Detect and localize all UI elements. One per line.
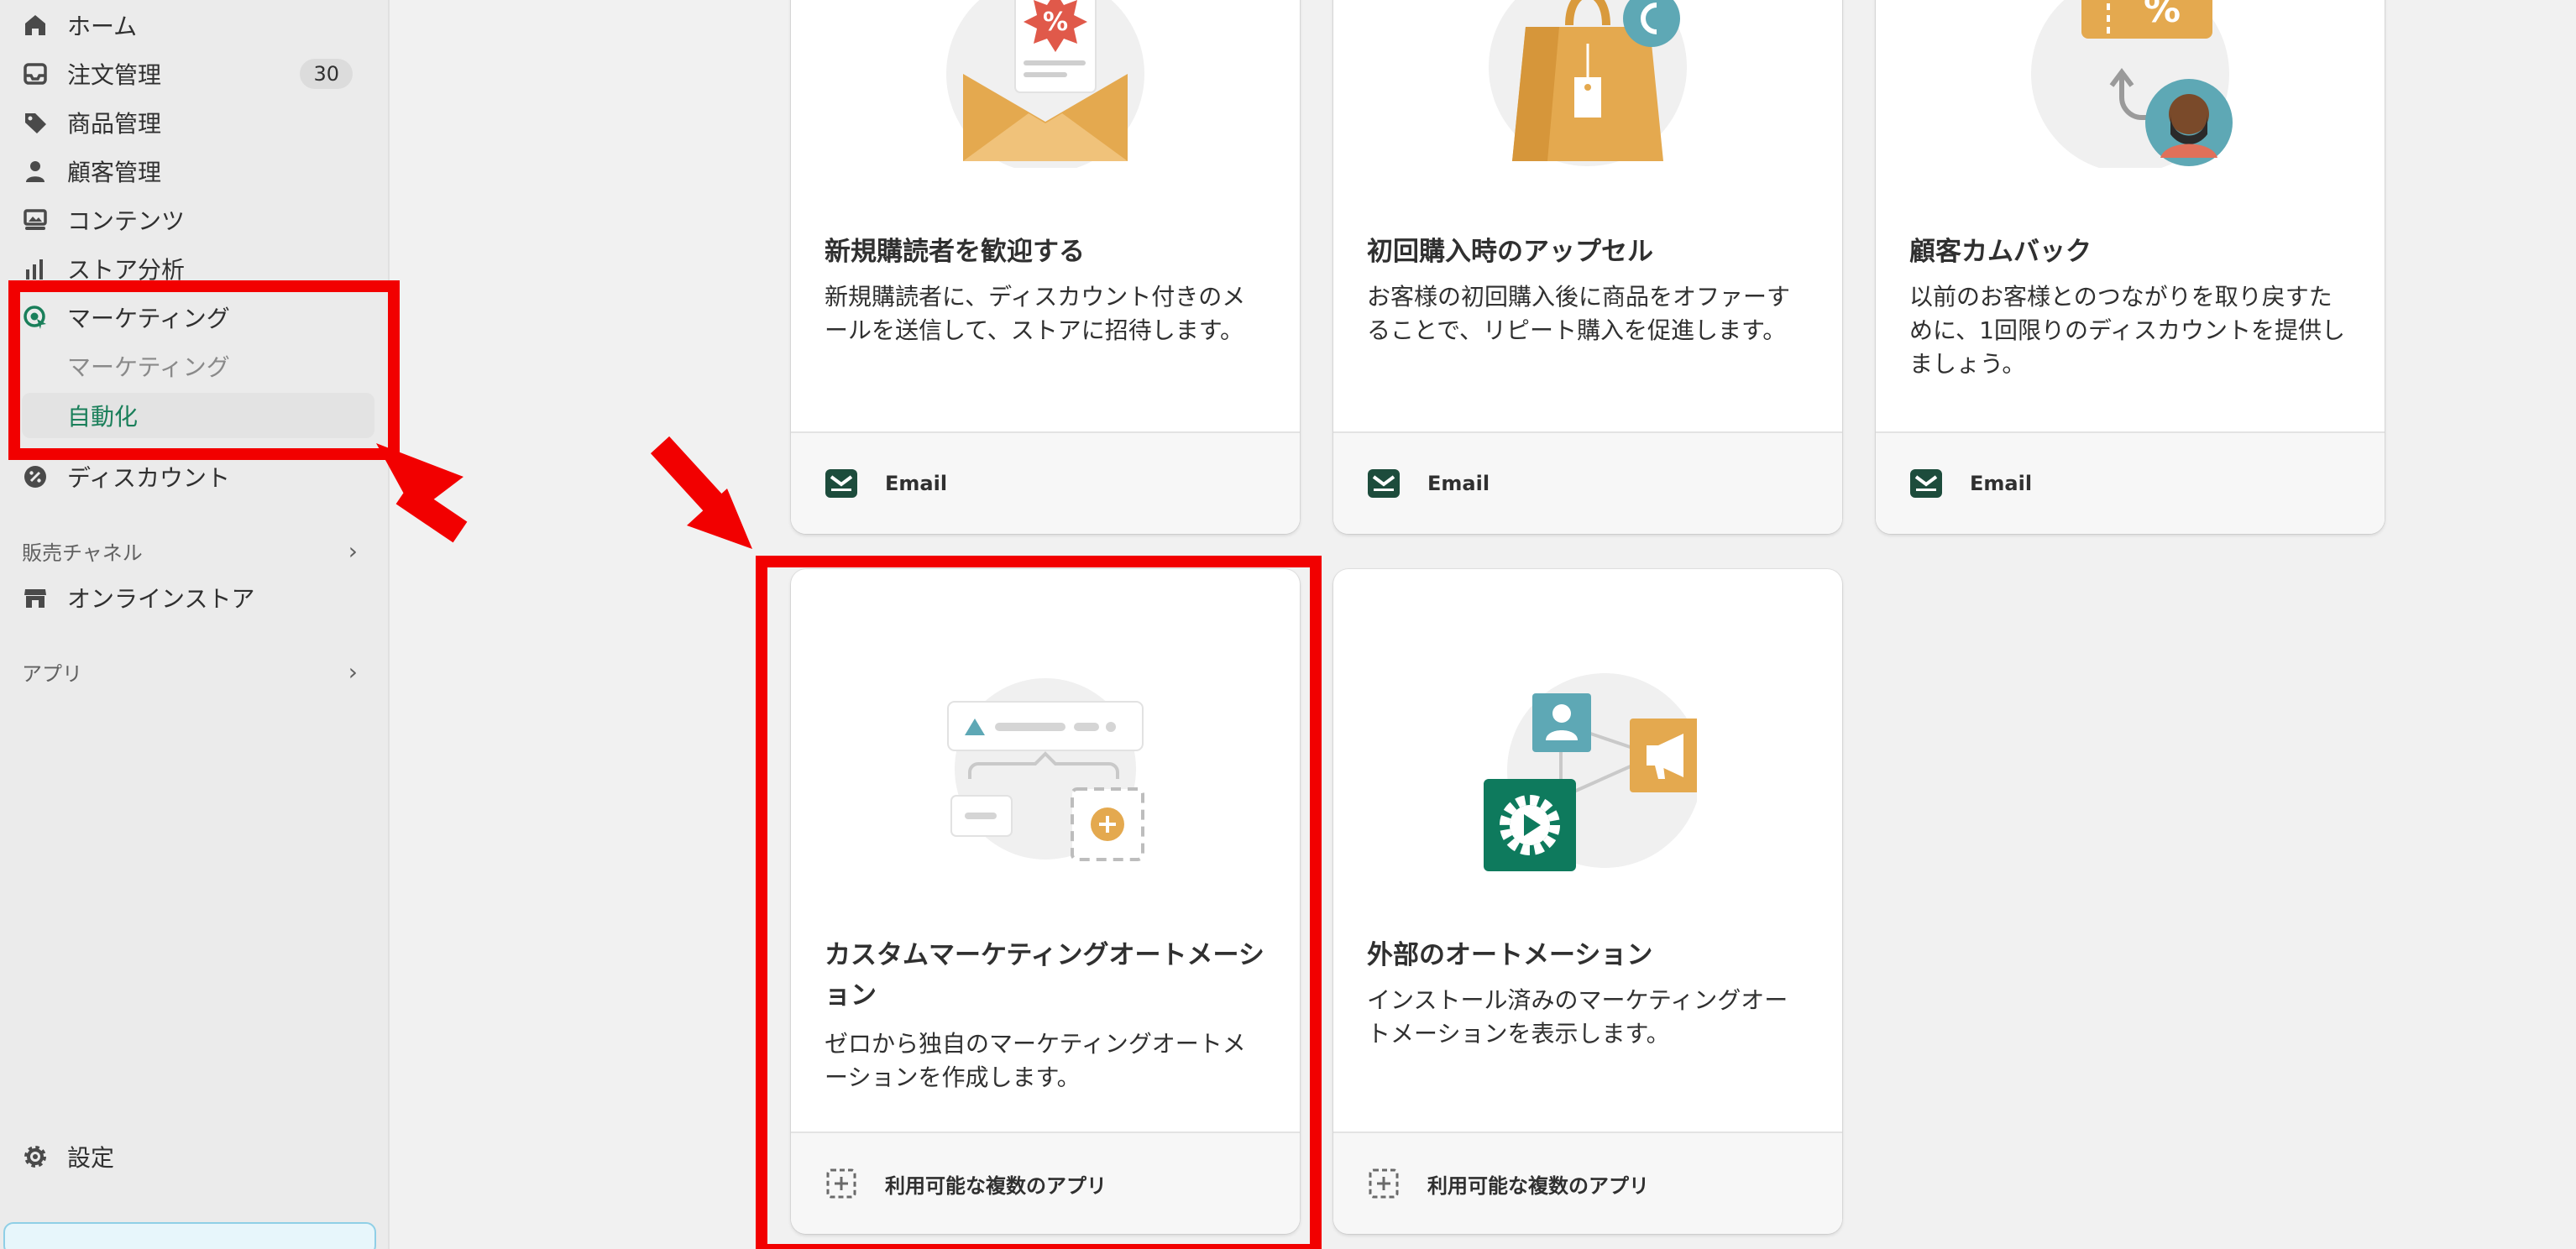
arrow-icon [376, 443, 468, 543]
annotation-arrows [376, 436, 752, 549]
arrow-icon [650, 436, 752, 549]
